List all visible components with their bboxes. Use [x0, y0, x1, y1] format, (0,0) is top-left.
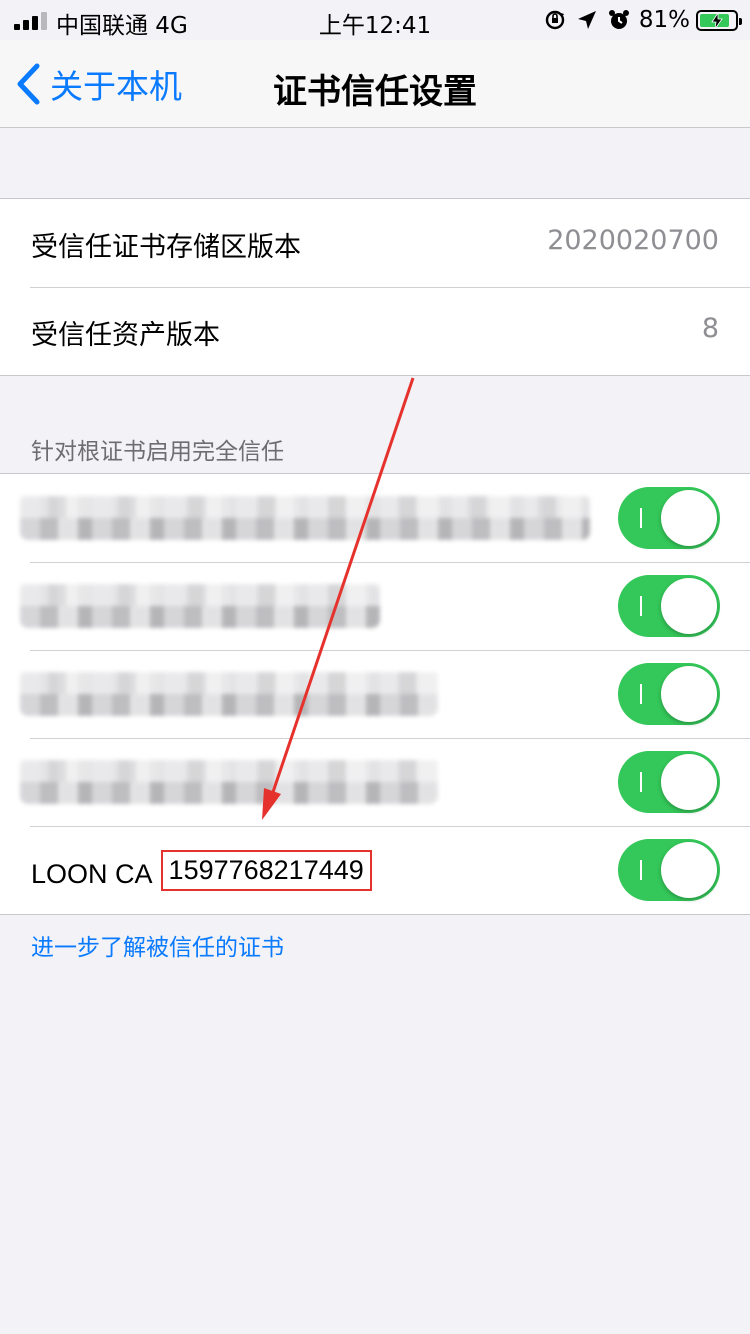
asset-version-value: 8: [701, 313, 719, 344]
certificate-trust-group: LOON CA 1597768217449: [0, 473, 750, 915]
certificate-row: [0, 562, 750, 650]
trust-toggle[interactable]: [618, 487, 720, 549]
store-version-label: 受信任证书存储区版本: [31, 232, 301, 263]
asset-version-label: 受信任资产版本: [31, 320, 220, 351]
certificate-name: LOON CA 1597768217449: [31, 850, 372, 895]
status-bar: 中国联通 4G 上午12:41 81%: [0, 0, 750, 40]
battery-charging-icon: [696, 9, 742, 31]
redacted-certificate-name: [20, 672, 438, 716]
trust-toggle[interactable]: [618, 751, 720, 813]
trust-toggle[interactable]: [618, 663, 720, 725]
page-title: 证书信任设置: [273, 72, 477, 112]
list-item: 受信任资产版本 8: [0, 287, 750, 375]
highlighted-certificate-id: 1597768217449: [160, 850, 372, 891]
certificate-row: [0, 650, 750, 738]
alarm-icon: [608, 10, 629, 29]
certificate-row-loon-ca: LOON CA 1597768217449: [0, 826, 750, 914]
section-header: 针对根证书启用完全信任: [31, 439, 284, 465]
learn-more-link[interactable]: 进一步了解被信任的证书: [31, 928, 284, 962]
redacted-certificate-name: [20, 496, 590, 540]
navigation-bar: 关于本机 证书信任设置: [0, 40, 750, 128]
certificate-row: [0, 474, 750, 562]
trust-toggle[interactable]: [618, 839, 720, 901]
redacted-certificate-name: [20, 760, 438, 804]
certificate-name-prefix: LOON CA: [31, 859, 159, 889]
trust-toggle[interactable]: [618, 575, 720, 637]
list-item: 受信任证书存储区版本 2020020700: [0, 199, 750, 287]
store-version-value: 2020020700: [547, 225, 719, 256]
certificate-row: [0, 738, 750, 826]
info-group: 受信任证书存储区版本 2020020700 受信任资产版本 8: [0, 198, 750, 376]
battery-percent: 81%: [638, 7, 690, 33]
redacted-certificate-name: [20, 584, 380, 628]
location-arrow-icon: [577, 11, 596, 29]
rotation-lock-icon: [545, 10, 565, 30]
